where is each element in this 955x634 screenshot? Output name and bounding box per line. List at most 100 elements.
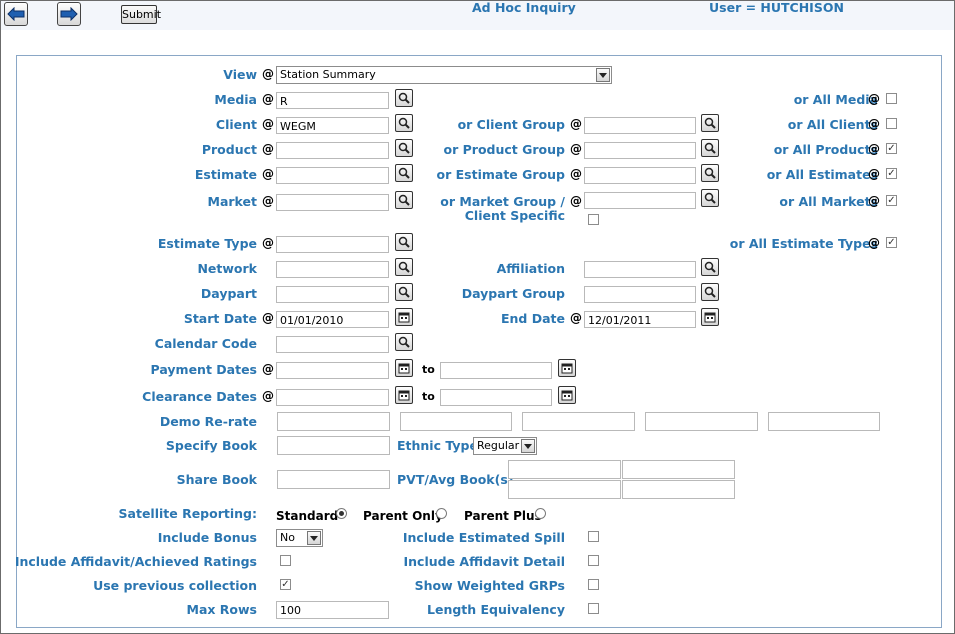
calendar-icon [398, 363, 410, 374]
product-group-lookup-button[interactable] [701, 139, 719, 157]
estimate-input[interactable] [276, 167, 389, 184]
calendar-code-input[interactable] [276, 336, 389, 353]
estimate-type-lookup-button[interactable] [395, 233, 413, 251]
product-input[interactable] [276, 142, 389, 159]
pvt-avg-books-label: PVT/Avg Book(s) [397, 472, 514, 487]
show-weighted-grps-checkbox[interactable] [588, 579, 599, 590]
payment-date-to-calendar-button[interactable] [558, 359, 576, 377]
media-lookup-button[interactable] [395, 89, 413, 107]
clearance-date-to-calendar-button[interactable] [558, 386, 576, 404]
market-lookup-button[interactable] [395, 191, 413, 209]
at-symbol: @ [868, 194, 880, 208]
payment-date-from-input[interactable] [276, 362, 389, 379]
include-affidavit-detail-checkbox[interactable] [588, 555, 599, 566]
demo-rerate-input-5[interactable] [768, 412, 880, 431]
daypart-input[interactable] [276, 286, 389, 303]
specify-book-input[interactable] [277, 436, 390, 455]
client-group-input[interactable] [584, 117, 696, 134]
product-group-label: or Product Group [443, 142, 565, 157]
payment-date-from-calendar-button[interactable] [395, 359, 413, 377]
length-equivalency-checkbox[interactable] [588, 603, 599, 614]
all-estimate-types-checkbox[interactable]: ✓ [886, 237, 897, 248]
magnifier-icon [398, 92, 410, 104]
pvt-book-input-1[interactable] [508, 460, 621, 479]
daypart-lookup-button[interactable] [395, 283, 413, 301]
back-button[interactable] [4, 2, 28, 26]
calendar-icon [561, 363, 573, 374]
at-symbol: @ [570, 311, 582, 325]
estimate-type-label: Estimate Type [157, 236, 257, 251]
end-date-label: End Date [500, 311, 565, 326]
pvt-book-input-4[interactable] [622, 480, 735, 499]
affiliation-lookup-button[interactable] [701, 258, 719, 276]
client-input[interactable]: WEGM [276, 117, 389, 134]
clearance-date-from-calendar-button[interactable] [395, 386, 413, 404]
ethnic-type-select[interactable]: Regular [473, 437, 537, 455]
daypart-group-input[interactable] [584, 286, 696, 303]
all-products-checkbox[interactable]: ✓ [886, 143, 897, 154]
clearance-date-from-input[interactable] [276, 389, 389, 406]
include-estimated-spill-checkbox[interactable] [588, 531, 599, 542]
forward-arrow-icon [60, 7, 78, 21]
specify-book-label: Specify Book [165, 438, 257, 453]
use-previous-collection-checkbox[interactable]: ✓ [280, 579, 291, 590]
market-group-lookup-button[interactable] [701, 189, 719, 207]
at-symbol: @ [262, 311, 274, 325]
network-input[interactable] [276, 261, 389, 278]
length-equivalency-label: Length Equivalency [427, 602, 565, 617]
magnifier-icon [398, 117, 410, 129]
estimate-group-lookup-button[interactable] [701, 164, 719, 182]
start-date-calendar-button[interactable] [395, 308, 413, 326]
daypart-group-lookup-button[interactable] [701, 283, 719, 301]
satellite-parent-only-radio[interactable] [436, 508, 447, 519]
client-group-lookup-button[interactable] [701, 114, 719, 132]
demo-rerate-input-4[interactable] [645, 412, 758, 431]
demo-rerate-input-3[interactable] [522, 412, 635, 431]
share-book-input[interactable] [277, 470, 390, 489]
view-select[interactable]: Station Summary [276, 66, 612, 84]
include-affidavit-ratings-checkbox[interactable] [280, 555, 291, 566]
market-input[interactable] [276, 194, 389, 211]
client-specific-checkbox[interactable] [588, 214, 599, 225]
pvt-book-input-3[interactable] [508, 480, 621, 499]
product-group-input[interactable] [584, 142, 696, 159]
media-input[interactable]: R [276, 92, 389, 109]
chevron-down-icon [521, 439, 535, 453]
network-lookup-button[interactable] [395, 258, 413, 276]
include-affidavit-ratings-label: Include Affidavit/Achieved Ratings [14, 554, 257, 569]
max-rows-input[interactable]: 100 [276, 601, 389, 619]
payment-date-to-input[interactable] [440, 362, 552, 379]
calendar-code-label: Calendar Code [154, 336, 257, 351]
estimate-group-input[interactable] [584, 167, 696, 184]
satellite-standard-radio[interactable] [336, 508, 347, 519]
start-date-input[interactable]: 01/01/2010 [276, 311, 389, 328]
estimate-lookup-button[interactable] [395, 164, 413, 182]
affiliation-input[interactable] [584, 261, 696, 278]
product-lookup-button[interactable] [395, 139, 413, 157]
at-symbol: @ [570, 194, 582, 208]
end-date-calendar-button[interactable] [701, 308, 719, 326]
all-clients-checkbox[interactable] [886, 118, 897, 129]
pvt-book-input-2[interactable] [622, 460, 735, 479]
all-markets-checkbox[interactable]: ✓ [886, 195, 897, 206]
all-media-checkbox[interactable] [886, 93, 897, 104]
magnifier-icon [398, 261, 410, 273]
estimate-type-input[interactable] [276, 236, 389, 253]
end-date-input[interactable]: 12/01/2011 [584, 311, 696, 328]
demo-rerate-input-2[interactable] [400, 412, 512, 431]
forward-button[interactable] [57, 2, 81, 26]
demo-rerate-label: Demo Re-rate [159, 414, 257, 429]
market-group-input[interactable] [584, 192, 696, 209]
view-label: View [223, 67, 257, 82]
all-estimates-checkbox[interactable]: ✓ [886, 168, 897, 179]
demo-rerate-input-1[interactable] [277, 412, 390, 431]
clearance-date-to-input[interactable] [440, 389, 552, 406]
affiliation-label: Affiliation [496, 261, 565, 276]
calendar-code-lookup-button[interactable] [395, 333, 413, 351]
client-lookup-button[interactable] [395, 114, 413, 132]
at-symbol: @ [262, 117, 274, 131]
submit-button[interactable]: Submit [121, 5, 161, 24]
include-bonus-select[interactable]: No [276, 529, 323, 547]
all-estimate-types-label: or All Estimate Types [729, 236, 878, 251]
satellite-parent-plus-radio[interactable] [535, 508, 546, 519]
